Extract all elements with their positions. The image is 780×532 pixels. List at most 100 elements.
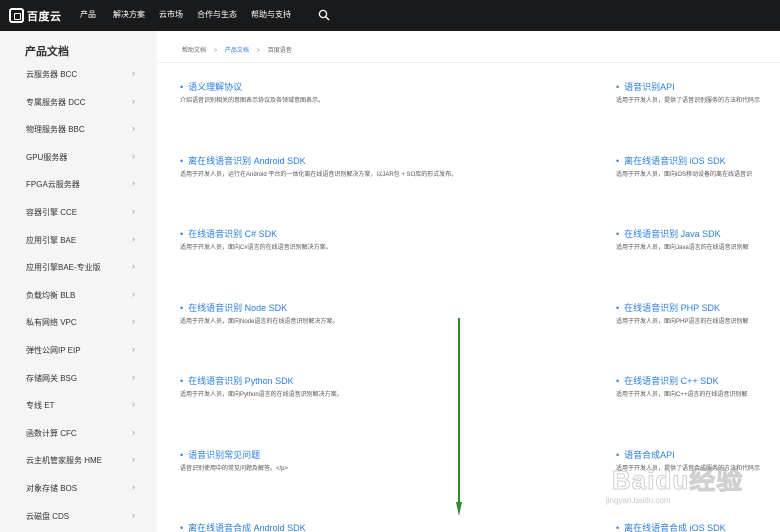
doc-description: 适用于开发人员，面向C#语言的在线语音识别解决方案。 <box>180 245 332 251</box>
sidebar-item[interactable]: 私有网络 VPC › <box>0 310 157 337</box>
watermark-url: jingyan.baidu.com <box>606 496 671 505</box>
sidebar-item-label: 存储网关 BSG <box>26 373 78 383</box>
chevron-right-icon: › <box>132 123 135 134</box>
sidebar-item[interactable]: 云主机管家服务 HME › <box>0 448 157 475</box>
sidebar-item[interactable]: 专线 ET › <box>0 393 157 420</box>
chevron-right-icon: › <box>132 178 135 189</box>
breadcrumb-separator: > <box>213 48 218 54</box>
sidebar-item[interactable]: 容器引擎 CCE › <box>0 200 157 227</box>
doc-title-link[interactable]: 在线语音识别 C++ SDK <box>616 374 719 387</box>
chevron-right-icon: › <box>132 206 135 216</box>
chevron-right-icon: › <box>132 150 135 161</box>
sidebar-item-label: 云主机管家服务 HME <box>26 456 102 466</box>
doc-title-link[interactable]: 语音识别常见问题 <box>180 448 260 461</box>
doc-item: 语义理解协议介绍语音识别相关的意图表示协议及各领域意图表示。 <box>180 80 610 110</box>
sidebar-item-label: 对象存储 BOS <box>26 484 78 493</box>
doc-title-link[interactable]: 语义理解协议 <box>180 80 242 93</box>
chevron-right-icon: › <box>132 482 135 492</box>
doc-description: 适用于开发人员，面向C++语言的在线语音识别解 <box>616 392 748 398</box>
chevron-right-icon: › <box>132 95 135 106</box>
nav-marketplace[interactable]: 云市场 <box>159 9 183 20</box>
breadcrumb: 帮助文档 > 产品文档 > 百度语音 <box>182 45 292 54</box>
sidebar-item[interactable]: 专属服务器 DCC › <box>0 90 157 117</box>
doc-title-link[interactable]: 离在线语音合成 Android SDK <box>180 521 306 532</box>
content-divider <box>157 62 780 63</box>
doc-item: 在线语音识别 Node SDK 适用于开发人员，面向Node语言的在线语音识别解决… <box>180 301 610 331</box>
doc-description: 适用于开发人员，面向Java语言的在线语音识别解 <box>616 245 749 251</box>
sidebar-item[interactable]: 函数计算 CFC › <box>0 421 157 448</box>
doc-description: 适用于开发人员，面向PHP语言的在线语音识别解 <box>616 318 749 325</box>
nav-solutions[interactable]: 解决方案 <box>113 9 145 20</box>
doc-item: 离在线语音识别 Android SDK 适用于开发人员，运行在Android 平台… <box>180 154 610 184</box>
breadcrumb-help-docs[interactable]: 帮助文档 <box>182 48 206 54</box>
doc-description: 适用于开发人员，面向Node语言的在线语音识别解决方案。 <box>180 318 339 325</box>
doc-item: 离在线语音识别 iOS SDK 适用于开发人员，面向iOS移动设备的离在线语音识 <box>616 154 780 184</box>
doc-title-link[interactable]: 语音识别API <box>616 80 675 93</box>
green-down-arrow-icon <box>456 318 462 516</box>
chevron-right-icon: › <box>132 344 135 354</box>
doc-item: 语音识别API 适用于开发人员，提供了语音识别服务的方法和代码示 <box>616 80 780 110</box>
breadcrumb-current: 百度语音 <box>267 48 292 54</box>
sidebar-item[interactable]: 存储网关 BSG › <box>0 366 157 393</box>
chevron-right-icon: › <box>132 316 135 327</box>
doc-title-link[interactable]: 在线语音识别 Python SDK <box>180 374 294 387</box>
sidebar-item[interactable]: GPU服务器 › <box>0 145 157 172</box>
sidebar-item[interactable]: 应用引擎 BAE › <box>0 228 157 255</box>
doc-description: 适用于开发人员，面向iOS移动设备的离在线语音识 <box>616 171 753 178</box>
doc-item: 在线语音识别 Java SDK 适用于开发人员，面向Java语言的在线语音识别解 <box>616 227 780 257</box>
nav-partners[interactable]: 合作与生态 <box>197 9 237 20</box>
baidu-jingyan-watermark: Baidu经验 jingyan.baidu.com <box>602 456 780 516</box>
doc-item: 在线语音识别 Python SDK 适用于开发人员，面向Python语言的在线语音… <box>180 374 610 404</box>
sidebar-item[interactable]: 物理服务器 BBC › <box>0 117 157 144</box>
sidebar-item-label: 私有网络 VPC <box>26 318 77 328</box>
sidebar-item-label: 弹性公网IP EIP <box>26 346 81 355</box>
sidebar-item-label: GPU服务器 <box>26 152 68 162</box>
doc-title-link[interactable]: 离在线语音识别 iOS SDK <box>616 154 726 167</box>
sidebar-item[interactable]: 云服务器 BCC › <box>0 62 157 89</box>
sidebar-item-label: 物理服务器 BBC <box>26 125 85 135</box>
search-icon[interactable] <box>318 9 330 21</box>
chevron-right-icon: › <box>132 454 135 465</box>
doc-title-link[interactable]: 在线语音识别 C# SDK <box>180 227 277 240</box>
sidebar-item[interactable]: 应用引擎BAE-专业版 › <box>0 255 157 282</box>
doc-item: 语音识别常见问题语音识别使用中的常见问题及解答。</p> <box>180 448 610 478</box>
doc-description: 介绍语音识别相关的意图表示协议及各领域意图表示。 <box>180 98 325 104</box>
sidebar-item[interactable]: 负载均衡 BLB › <box>0 283 157 310</box>
sidebar-title: 产品文档 <box>25 46 69 58</box>
chevron-right-icon: › <box>132 371 135 382</box>
sidebar-item-label: FPGA云服务器 <box>26 180 80 190</box>
sidebar-item-label: 云服务器 BCC <box>26 70 78 79</box>
sidebar-item[interactable]: 对象存储 BOS › <box>0 476 157 503</box>
sidebar-item-label: 云磁盘 CDS <box>26 511 70 521</box>
sidebar-item[interactable]: 弹性公网IP EIP › <box>0 338 157 365</box>
doc-description: 适用于开发人员，运行在Android 平台的一体化离在线语音识别解决方案，以JA… <box>180 171 458 178</box>
sidebar: 产品文档 云服务器 BCC › 专属服务器 DCC › 物理服务器 BBC › GPU服务器… <box>0 31 157 532</box>
breadcrumb-product-docs[interactable]: 产品文档 <box>225 48 249 54</box>
doc-title-link[interactable]: 在线语音识别 PHP SDK <box>616 301 720 314</box>
doc-title-link[interactable]: 在线语音识别 Node SDK <box>180 301 287 314</box>
doc-title-link[interactable]: 离在线语音合成 iOS SDK <box>616 521 726 532</box>
chevron-right-icon: › <box>132 399 135 410</box>
sidebar-item-label: 函数计算 CFC <box>26 428 77 438</box>
doc-item: 在线语音识别 PHP SDK 适用于开发人员，面向PHP语言的在线语音识别解 <box>616 301 780 331</box>
chevron-right-icon: › <box>132 261 135 272</box>
doc-description: 适用于开发人员，面向Python语言的在线语音识别解决方案。 <box>180 392 343 398</box>
doc-item: 在线语音识别 C# SDK 适用于开发人员，面向C#语言的在线语音识别解决方案。 <box>180 227 610 257</box>
doc-title-link[interactable]: 离在线语音识别 Android SDK <box>180 154 306 167</box>
baidu-cloud-logo[interactable]: 百度云 <box>9 7 62 24</box>
sidebar-item-label: 专线 ET <box>26 401 55 411</box>
doc-item: 离在线语音合成 Android SDK <box>180 521 610 532</box>
sidebar-item-label: 专属服务器 DCC <box>26 97 86 107</box>
logo-text: 百度云 <box>27 10 62 23</box>
watermark-text: Baidu经验 <box>611 465 744 496</box>
chevron-right-icon: › <box>132 233 135 244</box>
sidebar-item[interactable]: 云磁盘 CDS › <box>0 504 157 531</box>
nav-products[interactable]: 产品 <box>80 9 96 20</box>
sidebar-item-label: 应用引擎BAE-专业版 <box>26 263 101 273</box>
doc-title-link[interactable]: 在线语音识别 Java SDK <box>616 227 721 240</box>
sidebar-item[interactable]: FPGA云服务器 › <box>0 172 157 199</box>
chevron-right-icon: › <box>132 288 135 299</box>
nav-help-support[interactable]: 帮助与支持 <box>251 9 291 20</box>
top-navbar: 百度云 产品 解决方案 云市场 合作与生态 帮助与支持 <box>0 0 780 31</box>
sidebar-item-label: 负载均衡 BLB <box>26 290 76 300</box>
